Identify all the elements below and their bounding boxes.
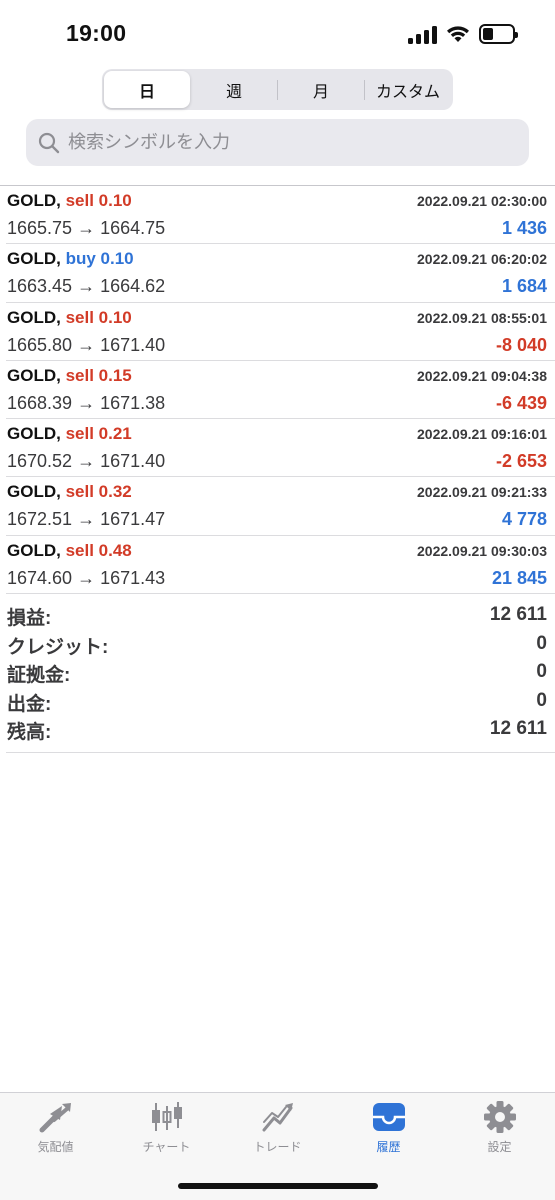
trade-profit: -8 040 — [495, 334, 547, 355]
trade-side: sell — [65, 307, 94, 327]
trade-prices: 1665.75 → 1664.75 — [7, 218, 166, 238]
trade-row[interactable]: GOLD, buy 0.10 2022.09.21 06:20:02 1663.… — [6, 244, 555, 303]
history-inbox-icon — [369, 1099, 409, 1135]
home-indicator[interactable] — [178, 1183, 378, 1189]
trade-prices: 1668.39 → 1671.38 — [7, 392, 166, 413]
trade-side: sell — [65, 482, 94, 502]
tab-label: 気配値 — [37, 1140, 74, 1154]
account-summary: 損益: 12 611 クレジット: 0 証拠金: 0 出金: 0 残高: 12 … — [6, 594, 555, 754]
summary-margin: 証拠金: 0 — [6, 660, 555, 689]
trade-profit: 21 845 — [491, 567, 547, 588]
status-time: 19:00 — [66, 20, 127, 46]
summary-label: 出金: — [7, 693, 52, 715]
cellular-signal-icon — [408, 24, 437, 44]
summary-label: 残高: — [7, 722, 52, 744]
tab-label: チャート — [142, 1140, 191, 1154]
tab-label: トレード — [253, 1140, 302, 1154]
wifi-icon — [447, 26, 469, 42]
candlestick-chart-icon — [147, 1099, 187, 1135]
trade-volume: 0.10 — [98, 307, 132, 327]
trade-side: buy — [65, 249, 96, 269]
tab-label: 履歴 — [376, 1140, 401, 1154]
trade-row[interactable]: GOLD, sell 0.48 2022.09.21 09:30:03 1674… — [6, 536, 555, 595]
trade-row[interactable]: GOLD, sell 0.32 2022.09.21 09:21:33 1672… — [6, 477, 555, 536]
trade-datetime: 2022.09.21 09:30:03 — [417, 542, 547, 559]
summary-value: 0 — [536, 689, 547, 711]
summary-label: 損益: — [7, 608, 52, 630]
segment-month[interactable]: 月 — [278, 71, 364, 108]
summary-value: 0 — [536, 661, 547, 683]
summary-credit: クレジット: 0 — [6, 632, 555, 661]
tab-trade[interactable]: トレード — [222, 1099, 333, 1159]
trade-volume: 0.15 — [98, 365, 132, 385]
trade-symbol: GOLD, — [7, 424, 61, 444]
trade-row[interactable]: GOLD, sell 0.21 2022.09.21 09:16:01 1670… — [6, 419, 555, 478]
trade-symbol: GOLD, — [7, 540, 61, 560]
trade-symbol: GOLD, — [7, 249, 61, 269]
segment-day[interactable]: 日 — [104, 71, 190, 108]
summary-value: 12 611 — [489, 604, 547, 626]
summary-profit: 損益: 12 611 — [6, 603, 555, 632]
trade-profit: 4 778 — [501, 509, 547, 530]
trade-symbol: GOLD, — [7, 365, 61, 385]
trade-trend-icon — [258, 1099, 298, 1135]
trade-symbol: GOLD, — [7, 191, 61, 210]
trade-prices: 1670.52 → 1671.40 — [7, 451, 166, 472]
history-list: GOLD, sell 0.10 2022.09.21 02:30:00 1665… — [0, 185, 555, 754]
search-input[interactable] — [68, 132, 488, 153]
trade-side: sell — [65, 540, 94, 560]
trade-symbol: GOLD, — [7, 307, 61, 327]
trade-row[interactable]: GOLD, sell 0.10 2022.09.21 02:30:00 1665… — [6, 186, 555, 245]
trade-side: sell — [65, 365, 94, 385]
tab-label: 設定 — [487, 1140, 512, 1154]
trade-datetime: 2022.09.21 06:20:02 — [417, 251, 547, 268]
trade-profit: 1 436 — [501, 218, 547, 238]
trade-datetime: 2022.09.21 08:55:01 — [417, 309, 547, 326]
symbol-search-bar[interactable] — [26, 119, 529, 166]
tab-history[interactable]: 履歴 — [333, 1099, 444, 1159]
gear-icon — [480, 1099, 520, 1135]
trade-datetime: 2022.09.21 09:21:33 — [417, 484, 547, 501]
battery-icon — [479, 24, 518, 44]
summary-value: 0 — [536, 632, 547, 654]
trade-volume: 0.48 — [98, 540, 132, 560]
trade-prices: 1663.45 → 1664.62 — [7, 276, 166, 297]
trade-row[interactable]: GOLD, sell 0.15 2022.09.21 09:04:38 1668… — [6, 361, 555, 420]
summary-balance: 残高: 12 611 — [6, 717, 555, 746]
trade-side: sell — [65, 424, 94, 444]
trade-prices: 1672.51 → 1671.47 — [7, 509, 166, 530]
segment-custom[interactable]: カスタム — [365, 71, 451, 108]
trade-prices: 1674.60 → 1671.43 — [7, 567, 166, 588]
trade-datetime: 2022.09.21 02:30:00 — [417, 193, 547, 209]
summary-value: 12 611 — [489, 718, 547, 740]
status-bar: 19:00 — [0, 0, 555, 66]
trade-datetime: 2022.09.21 09:16:01 — [417, 426, 547, 443]
trade-volume: 0.10 — [98, 191, 132, 210]
period-segmented-control: 日 週 月 カスタム — [102, 69, 453, 110]
segment-week[interactable]: 週 — [191, 71, 277, 108]
trade-profit: -6 439 — [495, 392, 547, 413]
summary-label: 証拠金: — [7, 665, 71, 687]
tab-settings[interactable]: 設定 — [444, 1099, 555, 1159]
trade-side: sell — [65, 191, 94, 210]
trade-volume: 0.32 — [98, 482, 132, 502]
trade-profit: 1 684 — [501, 276, 547, 297]
search-icon — [38, 132, 60, 153]
trade-prices: 1665.80 → 1671.40 — [7, 334, 166, 355]
tab-chart[interactable]: チャート — [111, 1099, 222, 1159]
quotes-arrows-icon — [36, 1099, 76, 1135]
summary-label: クレジット: — [7, 636, 109, 658]
trade-volume: 0.10 — [100, 249, 134, 269]
trade-datetime: 2022.09.21 09:04:38 — [417, 367, 547, 384]
trade-profit: -2 653 — [495, 451, 547, 472]
tab-quotes[interactable]: 気配値 — [0, 1099, 111, 1159]
summary-withdrawal: 出金: 0 — [6, 689, 555, 718]
trade-volume: 0.21 — [98, 424, 132, 444]
trade-row[interactable]: GOLD, sell 0.10 2022.09.21 08:55:01 1665… — [6, 303, 555, 361]
trade-symbol: GOLD, — [7, 482, 61, 502]
status-icons — [408, 22, 518, 46]
